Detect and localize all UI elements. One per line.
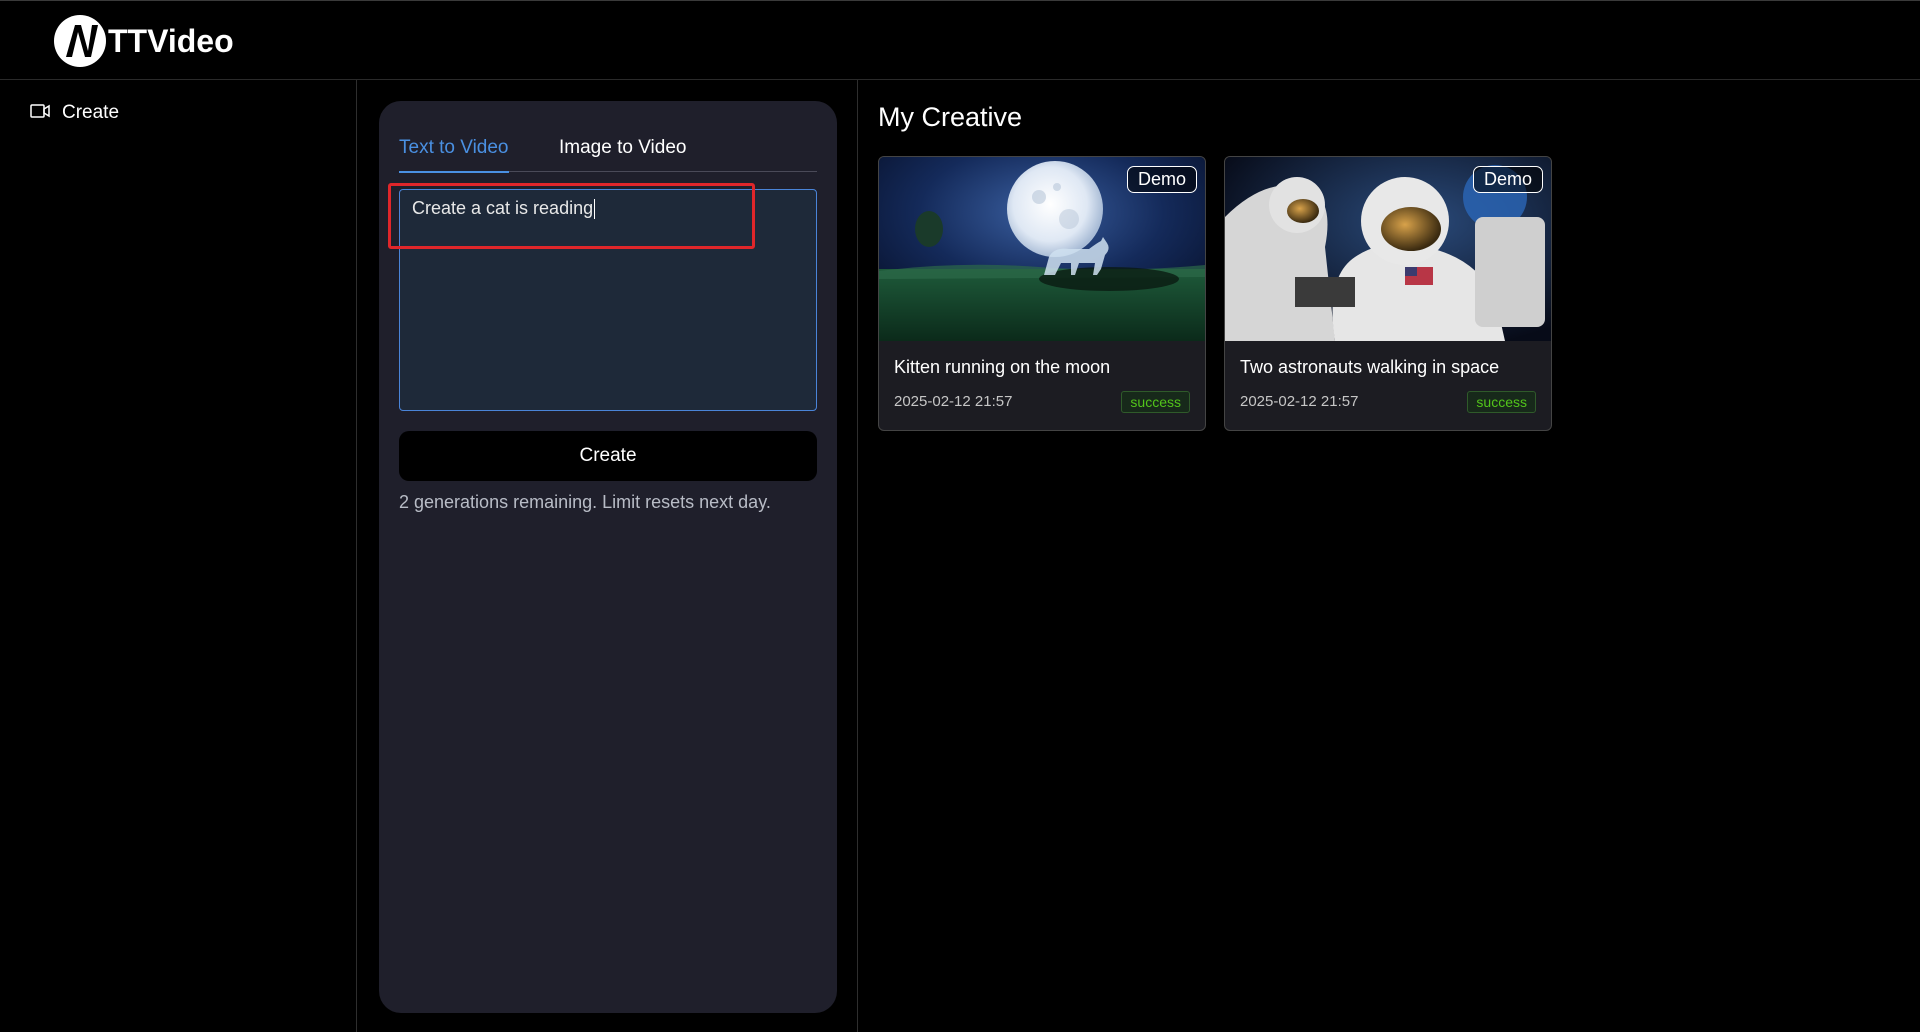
demo-badge: Demo bbox=[1126, 166, 1197, 193]
video-card[interactable]: Demo Two astronauts walking in space 202… bbox=[1224, 156, 1552, 431]
card-date: 2025-02-12 21:57 bbox=[1240, 393, 1359, 410]
prompt-textarea[interactable]: Create a cat is reading bbox=[399, 189, 817, 411]
card-title: Two astronauts walking in space bbox=[1240, 357, 1500, 377]
sidebar: Create bbox=[0, 80, 357, 1032]
creative-pane: My Creative Demo Kitten running on the m… bbox=[857, 80, 1920, 1032]
demo-badge: Demo bbox=[1472, 166, 1543, 193]
app-name: TTVideo bbox=[108, 22, 234, 59]
card-date: 2025-02-12 21:57 bbox=[894, 393, 1013, 410]
section-title: My Creative bbox=[878, 102, 1023, 132]
card-title: Kitten running on the moon bbox=[894, 357, 1111, 377]
video-card[interactable]: Demo Kitten running on the moon 2025-02-… bbox=[878, 156, 1206, 431]
app-logo[interactable]: TTVideo bbox=[54, 15, 234, 67]
video-thumbnail-kitten[interactable]: Demo bbox=[879, 157, 1205, 341]
create-button[interactable]: Create bbox=[399, 431, 817, 481]
sidebar-item-create[interactable]: Create bbox=[30, 102, 119, 124]
mode-tabs: Text to Video Image to Video bbox=[399, 131, 817, 173]
prompt-text: Create a cat is reading bbox=[412, 198, 594, 218]
top-bar: TTVideo bbox=[0, 0, 1920, 80]
video-camera-icon bbox=[30, 103, 50, 124]
video-thumbnail-astronauts[interactable]: Demo bbox=[1225, 157, 1551, 341]
logo-icon bbox=[54, 15, 106, 67]
status-badge: success bbox=[1121, 391, 1190, 413]
sidebar-item-label: Create bbox=[62, 102, 120, 123]
generation-panel: Text to Video Image to Video Create a ca… bbox=[379, 101, 837, 1013]
tab-text-to-video[interactable]: Text to Video bbox=[399, 137, 509, 173]
text-caret bbox=[594, 199, 596, 220]
generations-remaining-text: 2 generations remaining. Limit resets ne… bbox=[399, 492, 771, 512]
tab-image-to-video[interactable]: Image to Video bbox=[559, 137, 686, 159]
status-badge: success bbox=[1467, 391, 1536, 413]
